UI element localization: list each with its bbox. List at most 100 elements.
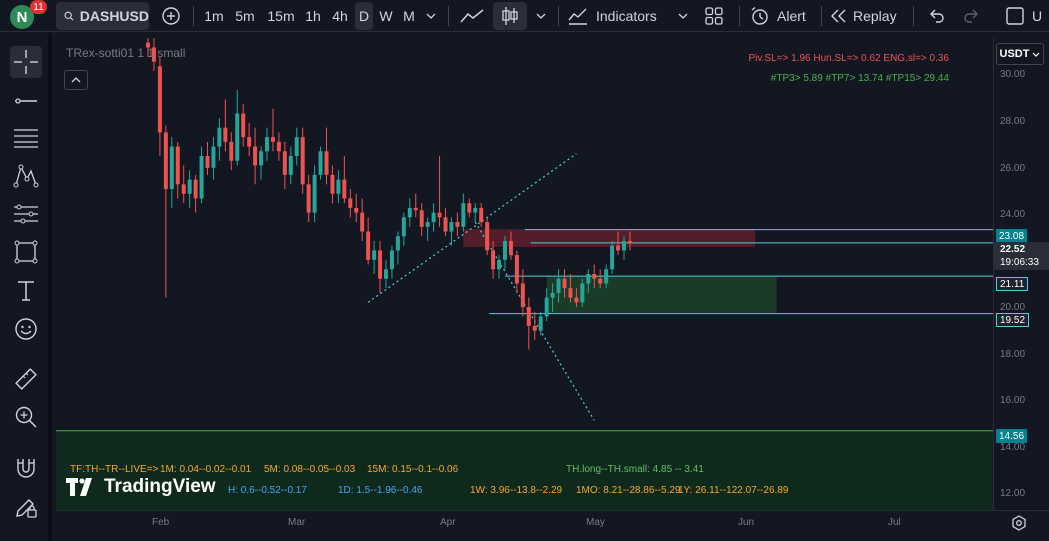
level-tag-23-08: 23.08 (996, 229, 1028, 243)
candle-body (270, 137, 275, 142)
candle-body (312, 174, 317, 213)
candle-body (532, 325, 537, 331)
zoom-tool[interactable] (10, 401, 42, 433)
interval-d[interactable]: D (355, 2, 373, 30)
candle-body (169, 146, 174, 190)
candle-body (443, 217, 448, 232)
text-tool[interactable] (10, 275, 42, 307)
emoji-tool[interactable] (10, 313, 42, 345)
candle-body (467, 203, 472, 213)
candles-chart-button[interactable] (493, 2, 527, 30)
toolbar-divider (193, 6, 194, 26)
tradingview-logo-icon (66, 478, 92, 496)
time-tick: May (586, 517, 605, 528)
legend-collapse-button[interactable] (64, 70, 88, 90)
candle-body (461, 203, 466, 227)
interval-dropdown[interactable] (422, 0, 440, 32)
ruler-icon (15, 368, 37, 390)
candle-body (449, 222, 454, 232)
replay-button[interactable]: Replay (830, 0, 902, 32)
price-tick: 30.00 (1000, 69, 1026, 80)
candles-icon (502, 7, 518, 25)
toolbar-divider (913, 6, 914, 26)
price-chart[interactable] (56, 38, 993, 510)
candle-body (253, 146, 258, 166)
candle-body (580, 283, 585, 303)
logo-text: TradingView (104, 476, 216, 497)
candle-body (372, 250, 377, 260)
candle-body (627, 240, 632, 244)
interval-w[interactable]: W (377, 0, 395, 32)
supply-zone (463, 229, 756, 247)
candle-body (556, 278, 561, 293)
magnet-tool[interactable] (10, 453, 42, 485)
candle-body (598, 278, 603, 284)
eye-tool-cut[interactable] (10, 529, 42, 541)
crosshair-tool[interactable] (10, 46, 42, 78)
pattern-tool[interactable] (10, 160, 42, 192)
pencil-lock-icon (16, 499, 37, 518)
tf-1d-values: 1D: 1.5--1.96--0.46 (338, 485, 423, 496)
trend-line-tool[interactable] (10, 85, 42, 117)
symbol-search-button[interactable]: DASHUSD (56, 2, 149, 30)
level-tag-21-11: 21.11 (996, 277, 1029, 291)
interval-5m[interactable]: 5m (232, 0, 258, 32)
scale-settings-button[interactable] (1011, 515, 1027, 536)
lock-drawing-tool[interactable] (10, 491, 42, 523)
forecast-tool[interactable] (10, 198, 42, 230)
undo-button[interactable] (924, 0, 948, 32)
indicators-dropdown[interactable] (674, 0, 692, 32)
interval-1h[interactable]: 1h (303, 0, 323, 32)
chart-pane[interactable]: TRex-sotti01 1 1 small Piv.SL=> 1.96 Hun… (56, 38, 993, 510)
candle-body (265, 137, 269, 152)
currency-selector[interactable]: USDT (996, 43, 1044, 65)
shape-tool[interactable] (10, 236, 42, 268)
price-tick: 14.00 (1000, 442, 1026, 453)
time-scale[interactable]: Feb Mar Apr May Jun Jul (56, 510, 1049, 541)
layouts-button[interactable] (700, 0, 728, 32)
interval-4h[interactable]: 4h (329, 0, 351, 32)
candle-body (157, 66, 162, 133)
candle-body (485, 222, 490, 251)
candle-body (616, 245, 621, 251)
candle-body (395, 236, 400, 251)
candle-body (241, 113, 246, 138)
indicator-legend-title[interactable]: TRex-sotti01 1 1 small (66, 46, 185, 60)
interval-m[interactable]: M (400, 0, 418, 32)
tf-summary-header: TF:TH--TR--LIVE=> (70, 464, 159, 475)
candle-body (413, 207, 418, 211)
chart-type-dropdown[interactable] (532, 0, 550, 32)
rewind-icon (831, 9, 846, 23)
toolbar-divider (739, 6, 740, 26)
price-scale[interactable]: USDT 30.00 28.00 26.00 24.00 20.00 18.00… (993, 38, 1049, 510)
plus-circle-icon (162, 7, 180, 25)
redo-button[interactable] (960, 0, 984, 32)
candle-body (538, 316, 543, 331)
interval-1m[interactable]: 1m (202, 0, 226, 32)
price-tick: 12.00 (1000, 488, 1026, 499)
account-button-cut[interactable]: U (1032, 0, 1049, 32)
measure-tool[interactable] (10, 363, 42, 395)
candle-body (562, 278, 567, 289)
candle-body (276, 141, 281, 152)
compare-symbol-button[interactable] (158, 0, 184, 32)
search-icon (64, 11, 74, 21)
candle-body (514, 255, 519, 284)
line-chart-button[interactable] (456, 0, 488, 32)
indicators-button[interactable]: Indicators (568, 0, 664, 32)
tradingview-logo[interactable]: TradingView (66, 476, 216, 498)
candle-body (187, 179, 192, 194)
fullscreen-button[interactable] (1004, 0, 1026, 32)
threshold-info: TH.long--TH.small: 4.85 -- 3.41 (566, 464, 704, 475)
price-tick: 26.00 (1000, 163, 1026, 174)
chevron-down-icon (678, 13, 688, 19)
candle-body (259, 151, 264, 166)
alert-button[interactable]: Alert (750, 0, 814, 32)
candle-body (604, 269, 609, 284)
fib-tool[interactable] (10, 122, 42, 154)
interval-15m[interactable]: 15m (265, 0, 297, 32)
crosshair-icon (14, 50, 38, 74)
candle-body (300, 137, 305, 185)
horizontal-line-icon (15, 98, 37, 104)
candle-body (348, 198, 353, 208)
